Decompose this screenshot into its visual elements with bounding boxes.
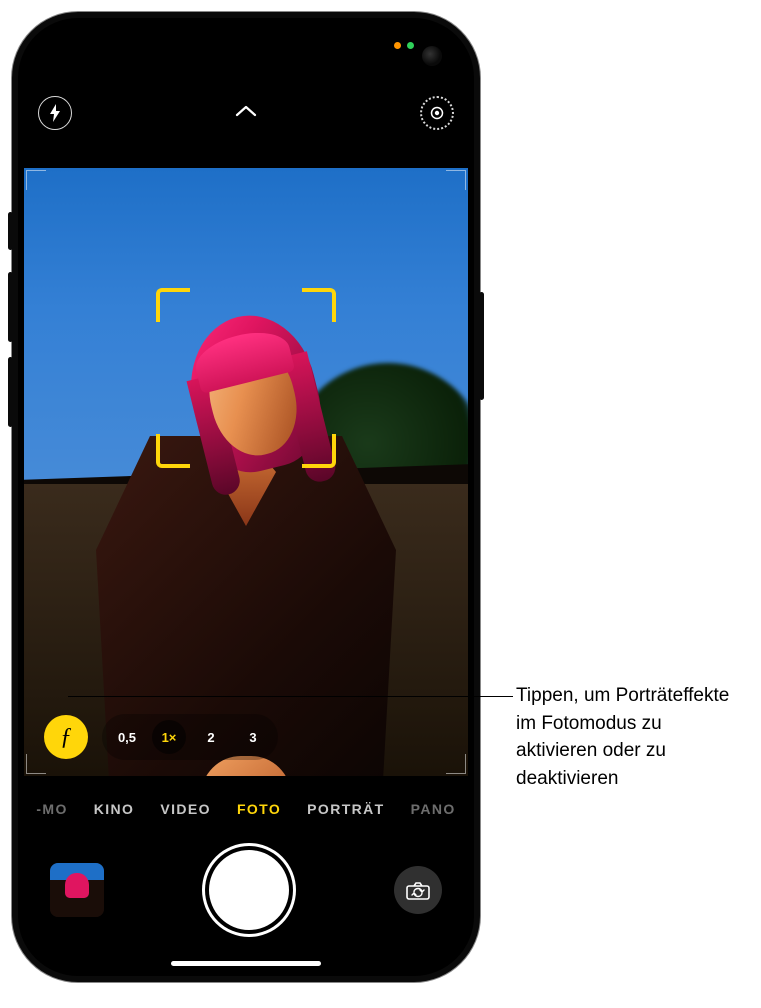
flash-icon xyxy=(48,104,62,122)
callout-text: Tippen, um Porträteffekte im Fotomodus z… xyxy=(516,682,746,792)
camera-indicator-icon xyxy=(407,42,414,49)
screen: ƒ 0,5 1× 2 3 -MO KINO VIDEO FOTO PORTRÄT… xyxy=(18,18,474,976)
viewfinder[interactable]: ƒ 0,5 1× 2 3 xyxy=(24,168,468,776)
viewfinder-frame-corner xyxy=(446,170,466,190)
mode-portrait[interactable]: PORTRÄT xyxy=(307,801,384,817)
mode-slomo[interactable]: -MO xyxy=(36,801,67,817)
chevron-up-icon xyxy=(235,105,257,117)
viewfinder-preview-image xyxy=(24,168,468,776)
live-photo-button[interactable] xyxy=(420,96,454,130)
zoom-2x-button[interactable]: 2 xyxy=(194,720,228,754)
volume-up-button xyxy=(8,272,13,342)
depth-control-button[interactable]: ƒ xyxy=(44,715,88,759)
mode-photo[interactable]: FOTO xyxy=(237,801,281,817)
camera-mode-selector[interactable]: -MO KINO VIDEO FOTO PORTRÄT PANO xyxy=(18,794,474,824)
mode-pano[interactable]: PANO xyxy=(411,801,456,817)
dynamic-island xyxy=(180,36,312,76)
camera-bottom-bar xyxy=(18,840,474,940)
zoom-level-group: 0,5 1× 2 3 xyxy=(102,714,278,760)
callout-leader-line xyxy=(68,696,513,697)
iphone-device-frame: ƒ 0,5 1× 2 3 -MO KINO VIDEO FOTO PORTRÄT… xyxy=(12,12,480,982)
mode-cinematic[interactable]: KINO xyxy=(94,801,135,817)
zoom-3x-button[interactable]: 3 xyxy=(236,720,270,754)
zoom-0-5x-button[interactable]: 0,5 xyxy=(110,720,144,754)
volume-down-button xyxy=(8,357,13,427)
focus-indicator xyxy=(156,288,336,468)
side-button xyxy=(479,292,484,400)
mute-switch xyxy=(8,212,13,250)
last-photo-thumbnail[interactable] xyxy=(50,863,104,917)
camera-flip-icon xyxy=(405,879,431,901)
depth-icon: ƒ xyxy=(60,724,72,751)
privacy-indicator-dots xyxy=(394,42,414,49)
microphone-indicator-icon xyxy=(394,42,401,49)
home-indicator[interactable] xyxy=(171,961,321,966)
camera-flip-button[interactable] xyxy=(394,866,442,914)
camera-top-bar xyxy=(18,88,474,138)
front-camera-lens xyxy=(422,46,442,66)
mode-video[interactable]: VIDEO xyxy=(160,801,211,817)
flash-button[interactable] xyxy=(38,96,72,130)
zoom-controls-row: ƒ 0,5 1× 2 3 xyxy=(24,714,468,760)
shutter-button[interactable] xyxy=(209,850,289,930)
viewfinder-frame-corner xyxy=(26,170,46,190)
camera-controls-expand-button[interactable] xyxy=(235,104,257,122)
zoom-1x-button[interactable]: 1× xyxy=(152,720,186,754)
live-photo-icon xyxy=(429,105,445,121)
